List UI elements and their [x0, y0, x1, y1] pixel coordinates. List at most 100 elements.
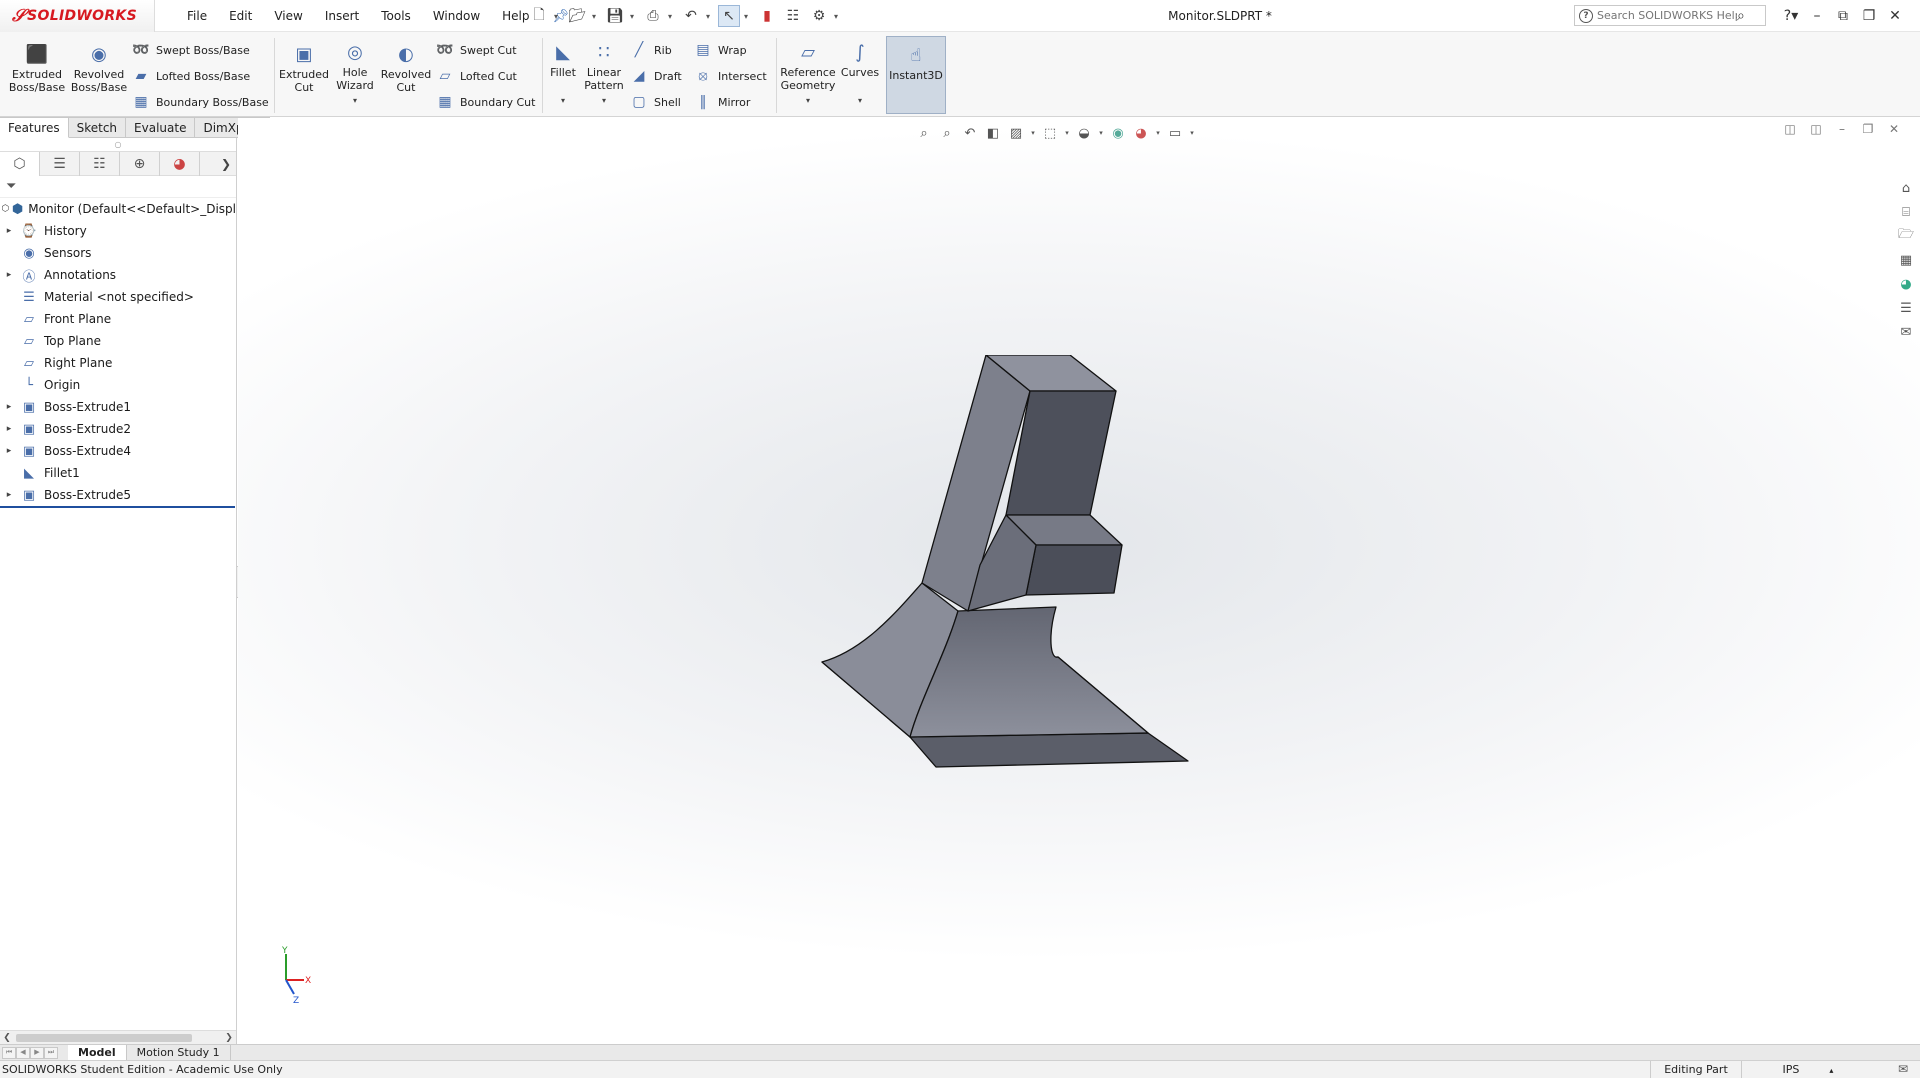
configurationmanager-icon[interactable]: ☷ [80, 151, 120, 176]
reference-geometry-dropdown-icon[interactable]: ▾ [806, 94, 810, 107]
split-right-icon[interactable]: ◫ [1808, 122, 1824, 136]
tree-item-material[interactable]: ☰ Material <not specified> [0, 286, 236, 308]
menu-view[interactable]: View [263, 9, 313, 23]
tab-motion-study-1[interactable]: Motion Study 1 [127, 1044, 231, 1061]
boundary-cut-button[interactable]: ▦ Boundary Cut [436, 93, 535, 111]
restore-icon[interactable]: ❐ [1856, 8, 1882, 24]
scroll-right-icon[interactable]: ❯ [222, 1033, 236, 1043]
zoom-to-area-icon[interactable]: ⌕ [937, 126, 957, 141]
options-dropdown-icon[interactable]: ▾ [834, 12, 842, 21]
search-icon[interactable]: ⌕ [1737, 8, 1745, 24]
unit-system-selector[interactable]: IPS ▴ [1768, 1061, 1848, 1078]
linear-pattern-dropdown-icon[interactable]: ▾ [602, 94, 606, 107]
display-style-dropdown-icon[interactable]: ▾ [1097, 129, 1105, 137]
draft-button[interactable]: ◢ Draft [630, 67, 682, 85]
expand-icon[interactable]: ▸ [0, 226, 18, 236]
viewport-restore-icon[interactable]: ❐ [1860, 122, 1876, 136]
rollback-bar[interactable] [0, 506, 235, 508]
new-document-icon[interactable]: 🗋 [528, 5, 550, 27]
rebuild-traffic-light-icon[interactable]: ▮ [756, 5, 778, 27]
tree-item-boss-extrude2[interactable]: ▸ ▣ Boss-Extrude2 [0, 418, 236, 440]
prev-tab-icon[interactable]: ◀ [16, 1046, 30, 1059]
tree-item-right-plane[interactable]: ▱ Right Plane [0, 352, 236, 374]
appearance-dropdown-icon[interactable]: ▾ [1154, 129, 1162, 137]
view-palette-icon[interactable]: ▦ [1894, 250, 1918, 270]
split-left-icon[interactable]: ◫ [1782, 122, 1798, 136]
lofted-boss-button[interactable]: ▰ Lofted Boss/Base [132, 67, 251, 85]
expand-icon[interactable]: ▸ [0, 402, 18, 412]
extruded-cut-button[interactable]: ▣ Extruded Cut [278, 42, 330, 94]
tree-item-front-plane[interactable]: ▱ Front Plane [0, 308, 236, 330]
options-gear-icon[interactable]: ⚙ [808, 5, 830, 27]
fillet-button[interactable]: ◣ Fillet ▾ [548, 40, 578, 107]
wrap-button[interactable]: ▤ Wrap [694, 41, 746, 59]
menu-file[interactable]: File [176, 9, 218, 23]
monitor-stand-3d-model[interactable] [810, 355, 1200, 775]
tree-item-boss-extrude1[interactable]: ▸ ▣ Boss-Extrude1 [0, 396, 236, 418]
linear-pattern-button[interactable]: ∷ Linear Pattern ▾ [584, 40, 624, 107]
print-dropdown-icon[interactable]: ▾ [668, 12, 676, 21]
tree-item-boss-extrude4[interactable]: ▸ ▣ Boss-Extrude4 [0, 440, 236, 462]
dynamic-annotation-icon[interactable]: ▨ [1006, 126, 1026, 141]
hole-wizard-button[interactable]: ◎ Hole Wizard ▾ [330, 40, 380, 107]
save-dropdown-icon[interactable]: ▾ [630, 12, 638, 21]
first-tab-icon[interactable]: ⏮ [2, 1046, 16, 1059]
next-tab-icon[interactable]: ▶ [30, 1046, 44, 1059]
orientation-dropdown-icon[interactable]: ▾ [1063, 129, 1071, 137]
file-explorer-icon[interactable]: 🗁︎ [1894, 226, 1918, 246]
scroll-left-icon[interactable]: ❮ [0, 1033, 14, 1043]
boundary-boss-button[interactable]: ▦ Boundary Boss/Base [132, 93, 268, 111]
hole-wizard-dropdown-icon[interactable]: ▾ [353, 94, 357, 107]
view-settings-dropdown-icon[interactable]: ▾ [1188, 129, 1196, 137]
appearances-icon[interactable]: ◕ [1894, 274, 1918, 294]
displaymanager-icon[interactable]: ◕ [160, 151, 200, 176]
tree-item-history[interactable]: ▸ ⌚ History [0, 220, 236, 242]
chevron-right-icon[interactable]: ❯ [216, 157, 236, 171]
swept-cut-button[interactable]: ➿ Swept Cut [436, 41, 516, 59]
home-icon[interactable]: ⌂ [1894, 178, 1918, 198]
tree-root-monitor[interactable]: ⬡ ⬢ Monitor (Default<<Default>_Displ [0, 198, 236, 220]
tab-features[interactable]: Features [0, 117, 69, 138]
intersect-button[interactable]: ⦻ Intersect [694, 67, 766, 85]
tree-item-fillet1[interactable]: ◣ Fillet1 [0, 462, 236, 484]
scroll-thumb[interactable] [16, 1034, 192, 1042]
tree-item-sensors[interactable]: ◉ Sensors [0, 242, 236, 264]
view-orientation-icon[interactable]: ⬚ [1040, 126, 1060, 141]
panel-horizontal-scrollbar[interactable]: ❮ ❯ [0, 1030, 236, 1044]
save-icon[interactable]: 💾︎ [604, 5, 626, 27]
expand-icon[interactable]: ▸ [0, 446, 18, 456]
select-pointer-icon[interactable]: ↖ [718, 5, 740, 27]
minimize-icon[interactable]: – [1804, 8, 1830, 24]
menu-edit[interactable]: Edit [218, 9, 263, 23]
tree-item-boss-extrude5[interactable]: ▸ ▣ Boss-Extrude5 [0, 484, 236, 506]
file-properties-icon[interactable]: ☷ [782, 5, 804, 27]
reference-geometry-button[interactable]: ▱ Reference Geometry ▾ [780, 40, 836, 107]
shell-button[interactable]: ▢ Shell [630, 93, 680, 111]
edit-appearance-icon[interactable]: ◕ [1131, 126, 1151, 141]
swept-boss-button[interactable]: ➿ Swept Boss/Base [132, 41, 250, 59]
revolved-cut-button[interactable]: ◐ Revolved Cut [380, 42, 432, 94]
menu-window[interactable]: Window [422, 9, 491, 23]
help-menu-icon[interactable]: ?▾ [1778, 8, 1804, 24]
revolved-boss-button[interactable]: ◉ Revolved Boss/Base [70, 42, 128, 94]
viewport-minimize-icon[interactable]: – [1834, 122, 1850, 136]
new-dropdown-icon[interactable]: ▾ [554, 12, 562, 21]
expand-icon[interactable]: ▸ [0, 424, 18, 434]
rib-button[interactable]: ╱ Rib [630, 41, 672, 59]
tile-icon[interactable]: ⧉ [1830, 8, 1856, 24]
section-view-icon[interactable]: ◧ [983, 126, 1003, 141]
tab-evaluate[interactable]: Evaluate [126, 117, 196, 138]
dynamic-dropdown-icon[interactable]: ▾ [1029, 129, 1037, 137]
select-dropdown-icon[interactable]: ▾ [744, 12, 752, 21]
fillet-dropdown-icon[interactable]: ▾ [561, 94, 565, 107]
undo-icon[interactable]: ↶ [680, 5, 702, 27]
curves-button[interactable]: ∫ Curves ▾ [838, 40, 882, 107]
custom-properties-icon[interactable]: ☰ [1894, 298, 1918, 318]
extruded-boss-button[interactable]: ⬛ Extruded Boss/Base [8, 42, 66, 94]
expand-icon[interactable]: ▸ [0, 490, 18, 500]
menu-tools[interactable]: Tools [370, 9, 422, 23]
featuremanager-tree-icon[interactable]: ⬡ [0, 151, 40, 176]
curves-dropdown-icon[interactable]: ▾ [858, 94, 862, 107]
expand-icon[interactable]: ▸ [0, 270, 18, 280]
design-library-icon[interactable]: ⌸ [1894, 202, 1918, 222]
